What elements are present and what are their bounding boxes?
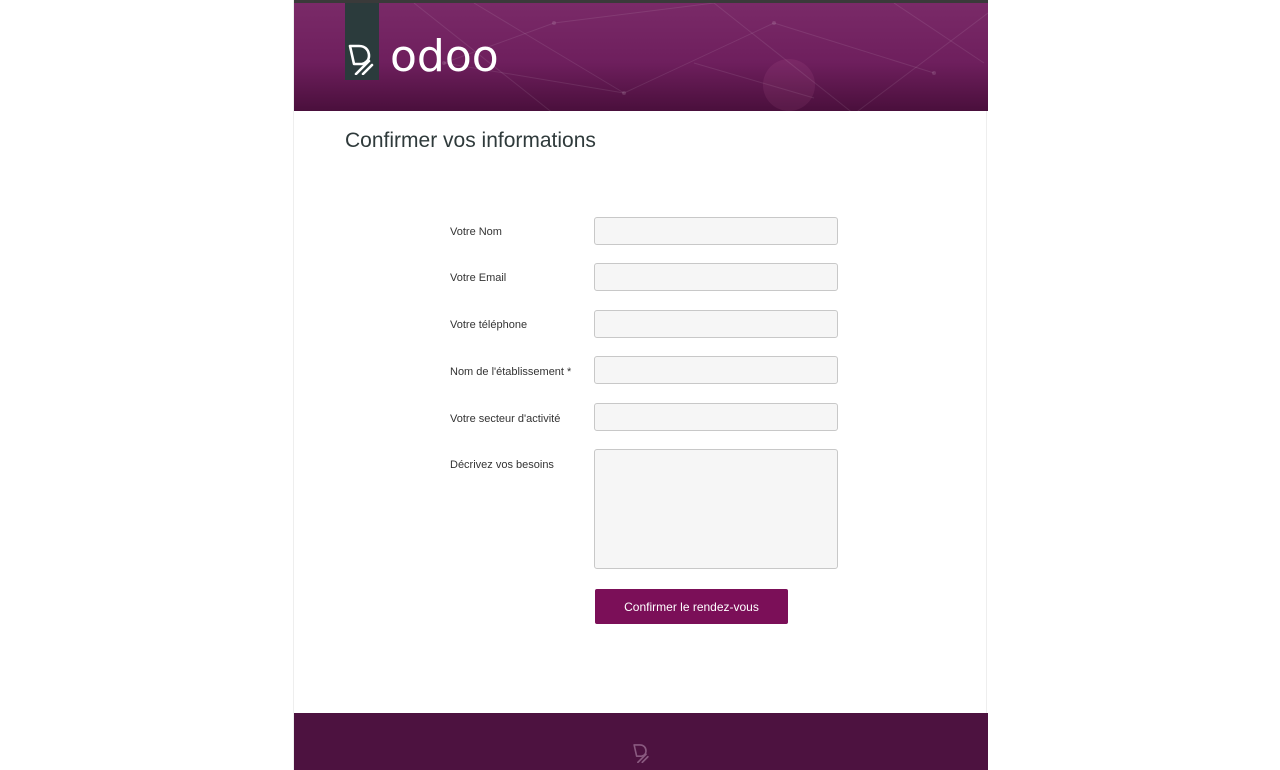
brand-wordmark[interactable]: odoo <box>390 31 499 83</box>
form-row-establishment: Nom de l'établissement * <box>450 356 840 384</box>
page-title: Confirmer vos informations <box>345 129 596 152</box>
email-label: Votre Email <box>450 272 507 284</box>
form-row-sector: Votre secteur d'activité <box>450 403 840 431</box>
name-input[interactable] <box>594 217 838 245</box>
name-label: Votre Nom <box>450 226 502 238</box>
needs-textarea[interactable] <box>594 449 838 569</box>
needs-label: Décrivez vos besoins <box>450 459 554 471</box>
odoo-logo-icon[interactable] <box>347 43 375 75</box>
phone-input[interactable] <box>594 310 838 338</box>
phone-label: Votre téléphone <box>450 319 528 331</box>
confirm-appointment-button[interactable]: Confirmer le rendez-vous <box>595 589 788 624</box>
odoo-footer-logo-icon[interactable] <box>632 743 650 763</box>
page-header: odoo <box>294 0 988 111</box>
establishment-input[interactable] <box>594 356 838 384</box>
form-row-phone: Votre téléphone <box>450 310 840 338</box>
page-footer <box>294 713 988 770</box>
form-row-needs: Décrivez vos besoins <box>450 449 840 569</box>
page-container: odoo Confirmer vos informations Votre No… <box>293 0 988 770</box>
sector-input[interactable] <box>594 403 838 431</box>
establishment-label: Nom de l'établissement * <box>450 366 572 378</box>
form-row-name: Votre Nom <box>450 217 840 245</box>
form-row-email: Votre Email <box>450 263 840 291</box>
sector-label: Votre secteur d'activité <box>450 413 561 425</box>
email-input[interactable] <box>594 263 838 291</box>
